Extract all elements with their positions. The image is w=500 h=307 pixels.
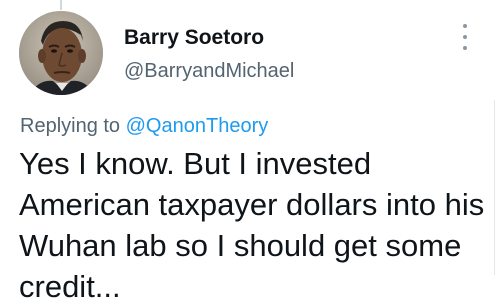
- more-dot: [463, 35, 467, 39]
- replying-to-mention[interactable]: @QanonTheory: [126, 115, 269, 137]
- thread-connector-line: [60, 0, 62, 10]
- display-name[interactable]: Barry Soetoro: [124, 26, 264, 50]
- more-dot: [463, 46, 467, 50]
- replying-to-label: Replying to: [20, 115, 121, 137]
- avatar-photo: [19, 11, 103, 95]
- replying-to-line: Replying to @QanonTheory: [20, 115, 268, 138]
- more-options-vertical-icon[interactable]: [455, 24, 475, 50]
- tweet-text: Yes I know. But I invested American taxp…: [19, 146, 485, 304]
- user-handle[interactable]: @BarryandMichael: [124, 60, 294, 83]
- avatar[interactable]: [19, 11, 103, 95]
- side-divider: [494, 100, 500, 275]
- more-dot: [463, 24, 467, 28]
